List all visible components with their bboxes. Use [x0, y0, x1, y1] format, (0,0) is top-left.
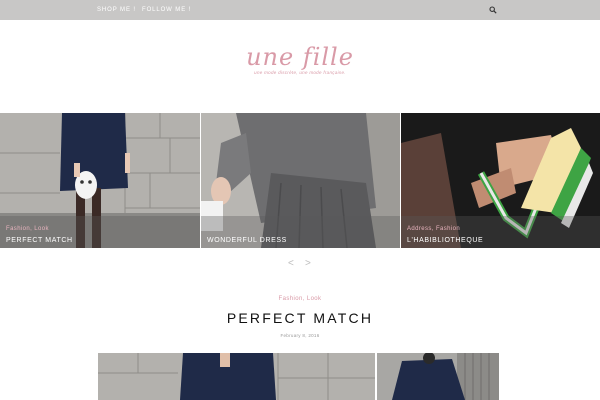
slider-prev-arrow[interactable]: < — [288, 258, 294, 269]
slide-category[interactable]: Fashion, Look — [6, 226, 49, 232]
slide-wonderful-dress[interactable]: WONDERFUL DRESS — [200, 113, 400, 248]
slide-category[interactable]: Address, Fashion — [407, 226, 460, 232]
post-image-secondary-art — [377, 353, 499, 400]
search-icon[interactable] — [489, 6, 497, 14]
post-title[interactable]: PERFECT MATCH — [0, 310, 600, 326]
site-logo[interactable]: une fille une mode discrète, une mode fr… — [0, 44, 600, 75]
post-date: February 8, 2016 — [280, 333, 320, 338]
nav-shop-me-link[interactable]: SHOP ME ! — [97, 7, 136, 13]
post-image-secondary[interactable] — [377, 353, 499, 400]
nav-follow-me-link[interactable]: FOLLOW ME ! — [142, 7, 191, 13]
slide-caption: Fashion, Look PERFECT MATCH — [0, 216, 200, 248]
slide-title[interactable]: L'HABIBLIOTHEQUE — [407, 237, 483, 244]
logo-title: une fille — [246, 43, 354, 71]
slider-next-arrow[interactable]: > — [305, 258, 311, 269]
slide-title[interactable]: PERFECT MATCH — [6, 237, 73, 244]
post-image-main-art — [98, 353, 375, 400]
top-bar: SHOP ME ! FOLLOW ME ! — [0, 0, 600, 20]
logo-tagline: une mode discrète, une mode française. — [254, 70, 346, 75]
post-category[interactable]: Fashion, Look — [0, 296, 600, 302]
slide-habibliotheque[interactable]: Address, Fashion L'HABIBLIOTHEQUE — [400, 113, 600, 248]
slide-perfect-match[interactable]: Fashion, Look PERFECT MATCH — [0, 113, 200, 248]
slide-title[interactable]: WONDERFUL DRESS — [207, 237, 287, 244]
featured-slider: Fashion, Look PERFECT MATCH WONDERFUL DR… — [0, 113, 600, 248]
slide-caption: WONDERFUL DRESS — [201, 216, 400, 248]
slide-caption: Address, Fashion L'HABIBLIOTHEQUE — [401, 216, 600, 248]
post-image-main[interactable] — [98, 353, 375, 400]
